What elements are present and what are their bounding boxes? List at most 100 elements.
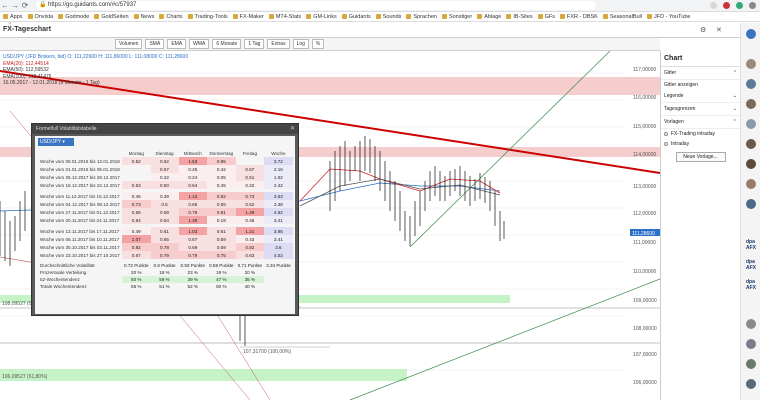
- toolbar-button[interactable]: 6 Monate: [212, 39, 242, 49]
- bookmark-item[interactable]: GoldSeiten: [94, 14, 129, 20]
- template-icon: [664, 132, 668, 136]
- bookmark-item[interactable]: SeasonalBull: [602, 14, 642, 20]
- reload-icon[interactable]: ⟳: [20, 1, 30, 10]
- template-item[interactable]: Intraday: [661, 139, 740, 149]
- toolbar-button[interactable]: EMA: [167, 39, 187, 49]
- dpa-afx-icon[interactable]: dpa AFX: [746, 259, 758, 271]
- bookmark-item[interactable]: GM-Links: [306, 14, 337, 20]
- user-avatar[interactable]: [746, 29, 756, 39]
- bookmark-item[interactable]: Ablage: [477, 14, 501, 20]
- avatar[interactable]: [746, 179, 756, 189]
- forward-icon[interactable]: →: [10, 1, 20, 10]
- bookmark-item[interactable]: FXR - DBSK: [559, 14, 598, 20]
- bookmark-item[interactable]: Onvista: [27, 14, 53, 20]
- avatar[interactable]: [746, 159, 756, 169]
- avatar[interactable]: [746, 339, 756, 349]
- popup-titlebar[interactable]: Formelfull Volatilitätstabelle ✕: [32, 124, 298, 134]
- template-label: Intraday: [671, 141, 690, 147]
- toolbar-button[interactable]: SMA: [145, 39, 165, 49]
- bookmark-item[interactable]: Trading-Tools: [187, 13, 228, 20]
- header-cell: Dienstag: [155, 150, 174, 156]
- bookmark-item[interactable]: Apps: [3, 14, 23, 20]
- summary-cell: 50 %: [122, 276, 151, 283]
- close-icon[interactable]: ✕: [290, 125, 295, 132]
- template-item[interactable]: FX-Trading intraday: [661, 129, 740, 139]
- legend-symbol[interactable]: USD/JPY (JFD Brokers, bid) O: 111,22600 …: [3, 54, 188, 61]
- bookmark-label: Trading-Tools: [194, 13, 228, 20]
- toolbar-button[interactable]: Extras: [267, 39, 290, 49]
- week-label: Woche vom 08.01.2018 bis 12.01.2018: [40, 158, 120, 164]
- avatar[interactable]: [746, 139, 756, 149]
- volatility-cell: 0.55: [207, 200, 236, 208]
- y-tick: 106,00000: [633, 380, 657, 386]
- bookmark-item[interactable]: Sonstiger: [441, 14, 472, 20]
- back-icon[interactable]: ←: [0, 1, 10, 10]
- avatar[interactable]: [746, 119, 756, 129]
- summary-label: Totale Wochentendenz: [40, 284, 87, 289]
- bookmark-item[interactable]: JFD - YouTube: [646, 14, 690, 20]
- panel-title: Chart: [661, 51, 740, 67]
- avatar[interactable]: [746, 319, 756, 329]
- avatar[interactable]: [746, 199, 756, 209]
- bookmark-item[interactable]: GFs: [537, 14, 555, 20]
- bookmark-item[interactable]: Sprachen: [406, 14, 437, 20]
- bookmark-item[interactable]: Sounds: [375, 14, 401, 20]
- extension-icon[interactable]: [736, 2, 743, 9]
- bookmark-item[interactable]: News: [133, 14, 154, 20]
- summary-cell: 18 %: [159, 270, 170, 275]
- volatility-cell: 3.95: [264, 227, 293, 235]
- volatility-cell: 1.07: [122, 235, 151, 243]
- volatility-cell: 0.61: [207, 227, 236, 235]
- bookmark-item[interactable]: IB-Sites: [506, 14, 533, 20]
- section-gitter[interactable]: Gitter ⌃: [661, 67, 740, 80]
- bookmark-item[interactable]: FX-Maker: [232, 14, 264, 20]
- week-label: Woche vom 18.12.2017 bis 22.12.2017: [40, 182, 120, 188]
- volatility-cell: 0.73: [122, 200, 151, 208]
- volatility-cell: 2.42: [264, 181, 293, 189]
- bookmark-label: Ablage: [484, 13, 502, 20]
- table-header: Montag Dienstag Mittwoch Donnerstag Freitag W…: [38, 149, 293, 157]
- bookmark-item[interactable]: MT4-Stats: [268, 14, 301, 20]
- toolbar-button[interactable]: 1 Tag: [244, 39, 265, 49]
- new-template-button[interactable]: Neue Vorlage...: [675, 152, 726, 162]
- menu-icon[interactable]: [749, 2, 756, 9]
- avatar[interactable]: [746, 379, 756, 389]
- section-vorlagen[interactable]: Vorlagen ⌃: [661, 116, 740, 129]
- volatility-cell: 0.46: [122, 192, 151, 200]
- settings-icon[interactable]: ⚙: [700, 26, 706, 34]
- bookmark-item[interactable]: Godmode: [58, 14, 89, 20]
- avatar[interactable]: [746, 59, 756, 69]
- url-input[interactable]: 🔒 https://go.guidants.com/#c/57937: [36, 1, 596, 10]
- table-row: Woche vom 11.12.2017 bis 15.12.2017 0.46 0…: [38, 192, 293, 200]
- section-legende[interactable]: Legende ⌄: [661, 90, 740, 103]
- volatility-cell: 0.82: [235, 243, 265, 251]
- volatility-popup[interactable]: Formelfull Volatilitätstabelle ✕ USD/JPY…: [31, 123, 299, 316]
- volatility-cell: 0.64: [178, 181, 208, 189]
- volatility-cell: 0.53: [122, 181, 151, 189]
- volatility-cell: 1.13: [178, 192, 208, 200]
- avatar[interactable]: [746, 99, 756, 109]
- grid-option[interactable]: Gitter anzeigen: [661, 80, 740, 90]
- avatar[interactable]: [746, 79, 756, 89]
- star-icon[interactable]: [710, 2, 717, 9]
- bookmark-item[interactable]: Charts: [159, 14, 183, 20]
- extension-icon[interactable]: [723, 2, 730, 9]
- volatility-cell: 0.49: [122, 227, 151, 235]
- dpa-afx-icon[interactable]: dpa AFX: [746, 239, 758, 251]
- summary-row: Durchschnittliche Volatilität 0.72 Punkte…: [38, 262, 293, 269]
- y-tick: 110,00000: [633, 269, 656, 275]
- bookmark-item[interactable]: Guidants: [341, 14, 371, 20]
- close-icon[interactable]: ✕: [716, 26, 722, 34]
- week-label: Woche vom 27.11.2017 bis 01.12.2017: [40, 209, 120, 215]
- symbol-select[interactable]: USD/JPY ▾: [38, 138, 74, 146]
- volatility-cell: 0.50: [150, 181, 179, 189]
- toolbar-button[interactable]: %: [311, 39, 325, 49]
- section-tagesgrenzen[interactable]: Tagesgrenzen ⌄: [661, 103, 740, 116]
- toolbar-button[interactable]: WMA: [189, 39, 210, 49]
- toolbar-button[interactable]: Volumen: [115, 39, 143, 49]
- volatility-cell: [122, 173, 151, 181]
- avatar[interactable]: [746, 359, 756, 369]
- toolbar-button[interactable]: Log: [292, 39, 309, 49]
- dpa-afx-icon[interactable]: dpa AFX: [746, 279, 758, 291]
- drag-handle-icon[interactable]: ⠿: [8, 22, 12, 28]
